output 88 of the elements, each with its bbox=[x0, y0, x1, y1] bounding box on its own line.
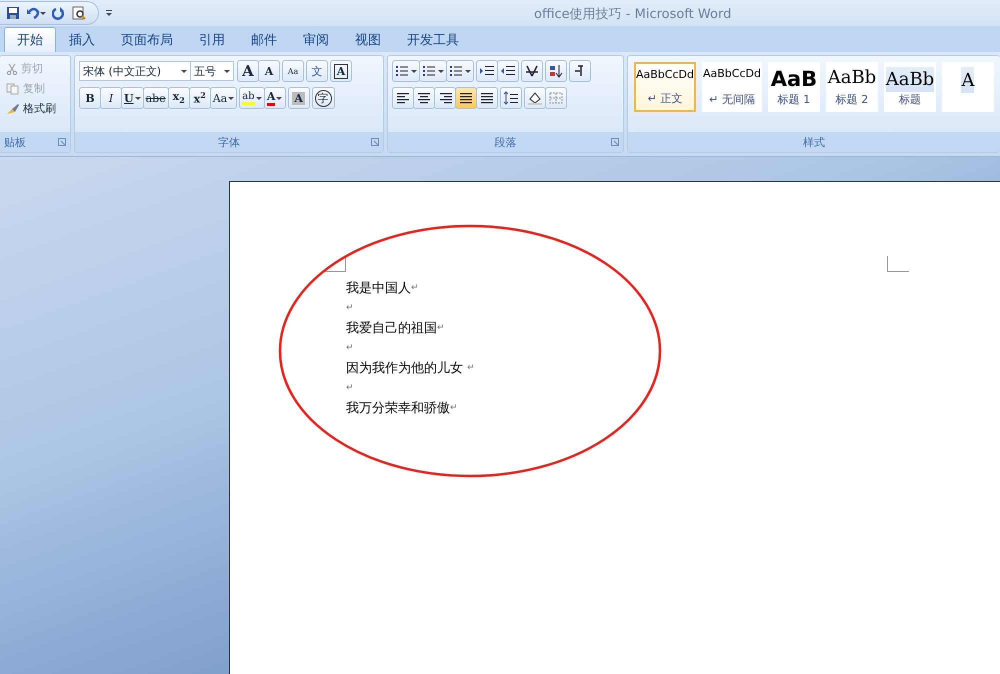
borders-icon bbox=[548, 91, 564, 105]
clear-button[interactable]: Aa bbox=[282, 60, 304, 82]
ribbon-tab[interactable]: 开始 bbox=[4, 27, 56, 52]
margin-corner-mark bbox=[887, 256, 909, 272]
paragraph-text: 我万分荣幸和骄傲↵ bbox=[346, 400, 459, 418]
increase-indent-button[interactable] bbox=[497, 60, 519, 82]
caret-icon bbox=[228, 96, 234, 100]
ribbon-tab[interactable]: 页面布局 bbox=[108, 27, 186, 52]
align-center-button[interactable] bbox=[413, 87, 435, 109]
bullets-icon bbox=[395, 65, 417, 77]
case-button[interactable]: Aa bbox=[210, 87, 238, 109]
empty-paragraph: ↵ bbox=[346, 382, 355, 395]
redo-icon[interactable] bbox=[52, 6, 66, 20]
style-swatch[interactable]: AaBb 标题 2 bbox=[826, 62, 878, 112]
strike-button[interactable]: abe bbox=[142, 87, 169, 109]
caret-icon bbox=[181, 70, 187, 72]
save-icon[interactable] bbox=[6, 6, 20, 20]
align-right-icon bbox=[438, 92, 452, 104]
window-title: office使用技巧 - Microsoft Word bbox=[534, 6, 732, 23]
paragraph-text: 我爱自己的祖国↵ bbox=[346, 320, 446, 338]
undo-icon[interactable] bbox=[26, 6, 46, 20]
plain-button[interactable]: x$_{2}$ bbox=[168, 87, 190, 109]
decrease-indent-icon bbox=[479, 64, 495, 78]
enclose-button[interactable]: 字 bbox=[312, 87, 335, 109]
caret-icon bbox=[276, 96, 282, 100]
ribbon-tab[interactable]: 审阅 bbox=[290, 27, 342, 52]
highlight-button[interactable]: ab bbox=[239, 87, 265, 109]
align-center-icon bbox=[417, 92, 431, 104]
align-justify-icon bbox=[459, 92, 473, 104]
align-left-icon bbox=[396, 92, 410, 104]
group-label: 贴板 bbox=[4, 134, 26, 150]
shading-button[interactable] bbox=[524, 87, 546, 109]
paragraph-text: 我是中国人↵ bbox=[346, 280, 420, 298]
empty-paragraph: ↵ bbox=[346, 342, 355, 355]
style-swatch[interactable]: AaB 标题 1 bbox=[768, 62, 820, 112]
style-swatch[interactable]: AaBbCcDd ↵ 正文 bbox=[634, 62, 696, 112]
multilevel-list-button[interactable] bbox=[446, 60, 474, 82]
ribbon-tab[interactable]: 开发工具 bbox=[394, 27, 472, 52]
bullets-button[interactable] bbox=[392, 60, 420, 82]
shading-icon bbox=[527, 91, 543, 105]
margin-corner-mark bbox=[324, 256, 346, 272]
italic-button[interactable]: I bbox=[100, 87, 122, 109]
group-label: 样式 bbox=[803, 134, 825, 150]
align-distributed-icon bbox=[480, 92, 494, 104]
paragraph-text: 因为我作为他的儿女 ↵ bbox=[346, 360, 475, 378]
font-size-dropdown[interactable]: 五号 bbox=[190, 61, 234, 81]
style-swatch[interactable]: AaBb 标题 bbox=[884, 62, 936, 112]
increase-indent-icon bbox=[500, 64, 516, 78]
copy-icon bbox=[6, 82, 20, 94]
underline-button[interactable]: U bbox=[121, 87, 144, 109]
brush-button[interactable]: 格式刷 bbox=[4, 100, 66, 117]
multilevel-list-icon bbox=[449, 65, 471, 77]
style-swatch[interactable]: A bbox=[942, 62, 994, 112]
sort-arrow-button[interactable] bbox=[545, 60, 567, 82]
ribbon-tab[interactable]: 邮件 bbox=[238, 27, 290, 52]
line-spacing-button[interactable] bbox=[500, 87, 522, 109]
scissors-icon bbox=[6, 62, 18, 74]
ribbon-tab[interactable]: 插入 bbox=[56, 27, 108, 52]
group-label: 字体 bbox=[218, 134, 240, 150]
align-justify-button[interactable] bbox=[455, 87, 477, 109]
decrease-indent-button[interactable] bbox=[476, 60, 498, 82]
caret-icon bbox=[224, 70, 230, 72]
ribbon-tab[interactable]: 视图 bbox=[342, 27, 394, 52]
numbering-button[interactable] bbox=[419, 60, 447, 82]
print-preview-icon[interactable] bbox=[72, 6, 86, 20]
empty-paragraph: ↵ bbox=[346, 302, 355, 315]
style-swatch[interactable]: AaBbCcDd ↵ 无间隔 bbox=[702, 62, 762, 112]
bold-button[interactable]: B bbox=[79, 87, 101, 109]
customize-toolbar-icon[interactable] bbox=[105, 9, 113, 17]
numbering-icon bbox=[422, 65, 444, 77]
sort-arrow-icon bbox=[548, 64, 564, 78]
shrink-button[interactable]: A bbox=[258, 60, 280, 82]
group-label: 段落 bbox=[494, 134, 516, 150]
ribbon-tab[interactable]: 引用 bbox=[186, 27, 238, 52]
plain-button[interactable]: x$^{2}$ bbox=[188, 87, 211, 109]
phonetic-button[interactable]: 文 bbox=[306, 60, 328, 82]
border-button[interactable]: A bbox=[330, 60, 352, 82]
align-distributed-button[interactable] bbox=[476, 87, 498, 109]
brush-icon bbox=[6, 102, 20, 114]
caret-icon bbox=[134, 96, 141, 100]
grow-button[interactable]: A bbox=[237, 60, 259, 82]
caret-icon bbox=[256, 96, 262, 100]
align-left-button[interactable] bbox=[392, 87, 414, 109]
shade-button[interactable]: A bbox=[288, 87, 310, 109]
line-spacing-icon bbox=[503, 91, 519, 105]
font-name-dropdown[interactable]: 宋体 (中文正文) bbox=[79, 61, 191, 81]
align-right-button[interactable] bbox=[434, 87, 456, 109]
color-button[interactable]: A bbox=[264, 87, 286, 109]
